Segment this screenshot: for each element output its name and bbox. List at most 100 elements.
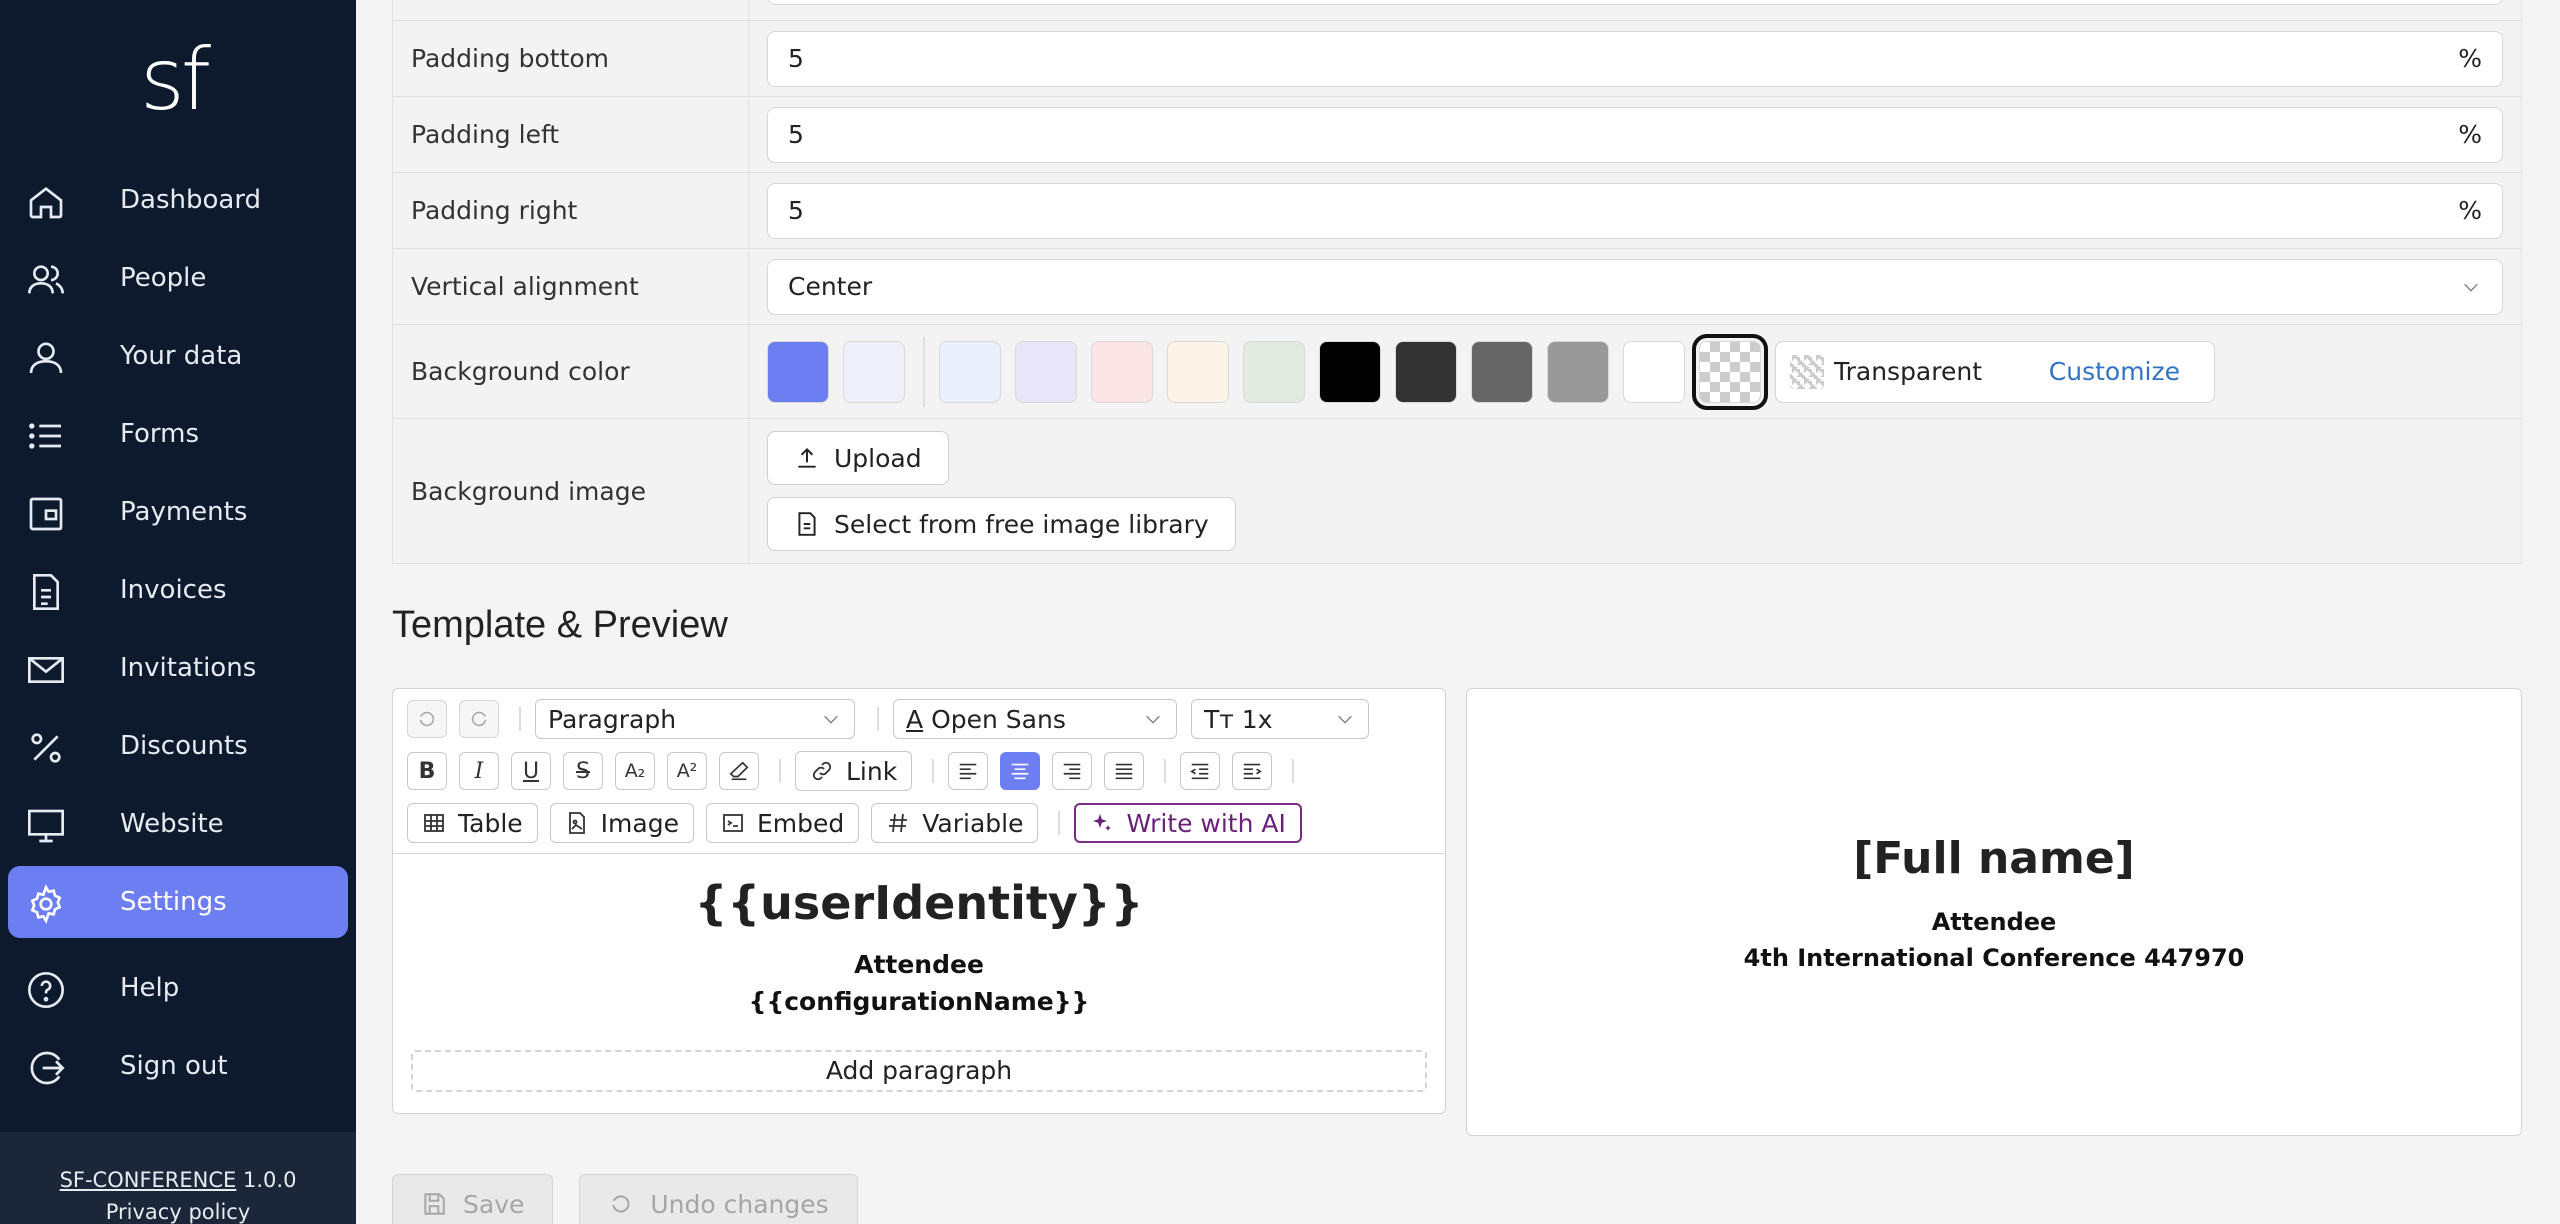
strikethrough-button[interactable]: S xyxy=(563,752,603,790)
table-icon xyxy=(424,814,444,832)
color-swatch[interactable] xyxy=(939,340,1001,403)
padding-left-input[interactable]: 5 % xyxy=(767,106,2503,163)
color-picker-field[interactable]: Transparent Customize xyxy=(1775,340,2215,403)
editor-line-role[interactable]: Attendee xyxy=(393,946,1445,983)
unit-label: % xyxy=(2458,44,2482,73)
sidebar-item-invitations[interactable]: Invitations xyxy=(8,632,348,704)
superscript-button[interactable]: A² xyxy=(667,752,707,790)
color-swatch[interactable] xyxy=(1395,340,1457,403)
sidebar-item-your-data[interactable]: Your data xyxy=(8,320,348,392)
sidebar-item-sign-out[interactable]: Sign out xyxy=(8,1030,348,1102)
color-swatch-transparent[interactable] xyxy=(1692,333,1768,410)
color-swatch[interactable] xyxy=(1623,340,1685,403)
superscript-icon: A² xyxy=(676,760,698,782)
editor-content[interactable]: {{userIdentity}} Attendee {{configuratio… xyxy=(393,853,1445,1113)
property-row-padding-right: Padding right 5 % xyxy=(393,173,2521,249)
upload-button[interactable]: Upload xyxy=(767,431,949,485)
clear-format-button[interactable] xyxy=(719,752,759,790)
toolbar-row-3: Table Image Embed Variable Write with AI xyxy=(407,803,1314,843)
align-left-button[interactable] xyxy=(948,752,989,790)
bold-button[interactable]: B xyxy=(407,752,447,790)
link-icon xyxy=(812,761,832,781)
image-library-button[interactable]: Select from free image library xyxy=(767,497,1236,551)
cut-off-input[interactable] xyxy=(767,0,2503,5)
undo-button[interactable] xyxy=(407,700,447,738)
sidebar-item-website[interactable]: Website xyxy=(8,788,348,860)
padding-bottom-input[interactable]: 5 % xyxy=(767,30,2503,87)
toolbar-divider xyxy=(932,759,935,783)
toolbar-row-1: Paragraph A Open Sans Tт 1x xyxy=(407,699,1383,739)
color-swatch[interactable] xyxy=(1547,340,1609,403)
embed-button[interactable]: Embed xyxy=(705,803,860,843)
embed-label: Embed xyxy=(756,808,845,838)
sidebar-item-discounts[interactable]: Discounts xyxy=(8,710,348,782)
save-button[interactable]: Save xyxy=(392,1174,554,1224)
padding-left-value: 5 xyxy=(788,120,804,149)
outdent-button[interactable] xyxy=(1180,752,1221,790)
sidebar-item-people[interactable]: People xyxy=(8,242,348,314)
color-swatch[interactable] xyxy=(1015,340,1077,403)
sidebar-item-forms[interactable]: Forms xyxy=(8,398,348,470)
mail-icon xyxy=(26,650,66,690)
customize-link[interactable]: Customize xyxy=(2049,357,2180,386)
color-swatch[interactable] xyxy=(767,340,829,403)
padding-right-input[interactable]: 5 % xyxy=(767,182,2503,239)
align-justify-icon xyxy=(1115,763,1133,780)
padding-bottom-label: Padding bottom xyxy=(393,21,749,96)
toolbar-divider xyxy=(519,707,521,731)
redo-icon xyxy=(471,711,487,727)
image-button[interactable]: Image xyxy=(549,803,694,843)
padding-left-label: Padding left xyxy=(393,97,749,172)
sidebar-item-label: Invoices xyxy=(120,575,227,605)
editor-heading[interactable]: {{userIdentity}} xyxy=(393,876,1445,930)
color-swatches: Transparent Customize xyxy=(767,333,2215,410)
font-family-select[interactable]: A Open Sans xyxy=(893,699,1177,739)
color-swatch[interactable] xyxy=(843,340,905,403)
app-logo[interactable]: sf xyxy=(140,30,220,130)
subscript-button[interactable]: A₂ xyxy=(615,752,655,790)
indent-button[interactable] xyxy=(1232,752,1273,790)
color-swatch[interactable] xyxy=(1243,340,1305,403)
underline-button[interactable]: U xyxy=(511,752,551,790)
sidebar-item-label: People xyxy=(120,263,207,293)
property-row-background-color: Background color Transparent Customize xyxy=(393,325,2521,419)
color-swatch[interactable] xyxy=(1167,340,1229,403)
redo-button[interactable] xyxy=(459,700,499,738)
save-label: Save xyxy=(463,1189,525,1219)
align-justify-button[interactable] xyxy=(1104,752,1145,790)
vertical-alignment-value: Center xyxy=(788,272,873,301)
vertical-alignment-select[interactable]: Center xyxy=(767,258,2503,315)
version-number: 1.0.0 xyxy=(243,1168,297,1192)
privacy-policy-link[interactable]: Privacy policy xyxy=(0,1200,356,1224)
color-swatch[interactable] xyxy=(1471,340,1533,403)
variable-button[interactable]: Variable xyxy=(871,803,1039,843)
color-swatch[interactable] xyxy=(1319,340,1381,403)
table-button[interactable]: Table xyxy=(407,803,538,843)
align-right-button[interactable] xyxy=(1052,752,1093,790)
sidebar-item-payments[interactable]: Payments xyxy=(8,476,348,548)
write-with-ai-button[interactable]: Write with AI xyxy=(1074,803,1302,843)
help-icon xyxy=(26,970,66,1010)
sidebar-item-settings[interactable]: Settings xyxy=(8,866,348,938)
link-button[interactable]: Link xyxy=(795,751,913,791)
sidebar-item-label: Invitations xyxy=(120,653,257,683)
color-swatch[interactable] xyxy=(1091,340,1153,403)
font-size-select[interactable]: Tт 1x xyxy=(1191,699,1369,739)
block-style-select[interactable]: Paragraph xyxy=(535,699,855,739)
undo-icon xyxy=(612,1195,630,1213)
embed-icon xyxy=(723,814,743,832)
editor-line-configuration[interactable]: {{configurationName}} xyxy=(393,983,1445,1020)
align-center-button[interactable] xyxy=(1000,752,1041,790)
sidebar-item-dashboard[interactable]: Dashboard xyxy=(8,164,348,236)
italic-button[interactable]: I xyxy=(459,752,499,790)
sidebar-item-help[interactable]: Help xyxy=(8,952,348,1024)
undo-changes-label: Undo changes xyxy=(650,1189,829,1219)
font-size-label: 1x xyxy=(1241,704,1273,734)
write-with-ai-label: Write with AI xyxy=(1126,808,1286,838)
undo-changes-button[interactable]: Undo changes xyxy=(579,1174,858,1224)
sidebar-item-invoices[interactable]: Invoices xyxy=(8,554,348,626)
chevron-down-icon xyxy=(1146,715,1160,724)
add-paragraph-button[interactable]: Add paragraph xyxy=(411,1050,1427,1092)
product-link[interactable]: SF-CONFERENCE xyxy=(60,1168,237,1192)
